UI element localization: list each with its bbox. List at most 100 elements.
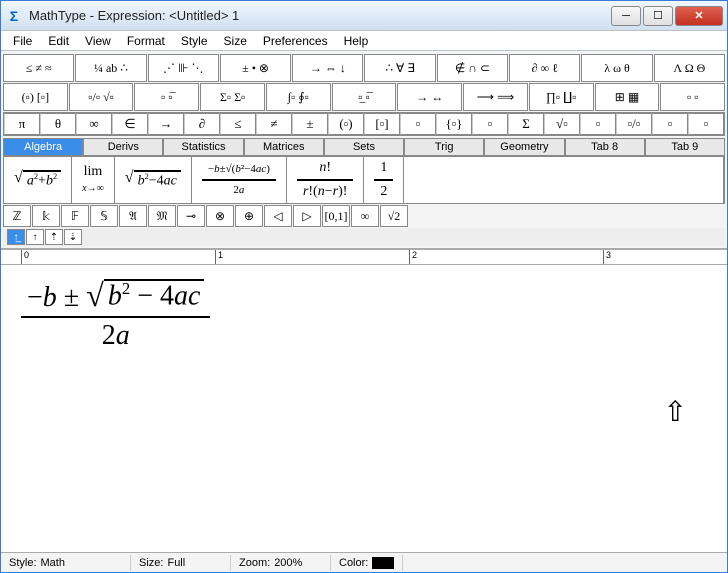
symbol-19[interactable]: ▫ [688, 113, 724, 135]
status-size: Size: Full [131, 555, 231, 571]
symbol-7[interactable]: ≠ [256, 113, 292, 135]
tab-geometry[interactable]: Geometry [484, 138, 564, 156]
palette-products[interactable]: ∏▫ ∐▫ [529, 83, 594, 111]
symbol-6[interactable]: ≤ [220, 113, 256, 135]
small-tpl-12[interactable]: ∞ [351, 205, 379, 227]
menu-format[interactable]: Format [119, 32, 173, 50]
palette-arrows[interactable]: → ⇔ ↓ [292, 54, 363, 82]
expression-fraction: −b ± √b2 − 4ac 2a [21, 279, 210, 350]
template-palette-row: (▫) [▫] ▫/▫ √▫ ▫ ▫̅ Σ▫ Σ▫ ∫▫ ∮▫ ▫̲ ▫̅ → … [3, 83, 725, 111]
symbol-13[interactable]: ▫ [472, 113, 508, 135]
symbol-3[interactable]: ∈ [112, 113, 148, 135]
symbol-18[interactable]: ▫ [652, 113, 688, 135]
tpl-limit[interactable]: limx→∞ [72, 157, 115, 203]
symbol-1[interactable]: θ [40, 113, 76, 135]
small-tpl-9[interactable]: ◁ [264, 205, 292, 227]
tab-algebra[interactable]: Algebra [3, 138, 83, 156]
menu-help[interactable]: Help [336, 32, 377, 50]
menu-file[interactable]: File [5, 32, 40, 50]
symbol-15[interactable]: √▫ [544, 113, 580, 135]
tpl-half[interactable]: 12 [364, 157, 404, 203]
palette-operators[interactable]: ± • ⊗ [220, 54, 291, 82]
ruler-mark-2: 2 [409, 250, 417, 264]
minimize-button[interactable]: ─ [611, 6, 641, 26]
tab-sets[interactable]: Sets [324, 138, 404, 156]
tab-derivs[interactable]: Derivs [83, 138, 163, 156]
palette-embellish[interactable]: ⋰ ⊪ ⋱ [148, 54, 219, 82]
palette-logical[interactable]: ∴ ∀ ∃ [364, 54, 435, 82]
symbol-0[interactable]: π [4, 113, 40, 135]
tab-8[interactable]: Tab 8 [565, 138, 645, 156]
tpl-sqrt-a2b2[interactable]: √a2+b2 [4, 157, 72, 203]
palette-spaces[interactable]: ¼ ab ∴ [75, 54, 146, 82]
symbol-4[interactable]: → [148, 113, 184, 135]
palette-fences[interactable]: (▫) [▫] [3, 83, 68, 111]
palette-greek-upper[interactable]: Λ Ω Θ [654, 54, 725, 82]
nav-3[interactable]: ⇡ [45, 229, 63, 245]
palette-integrals[interactable]: ∫▫ ∮▫ [266, 83, 331, 111]
palette-overbar[interactable]: ▫ ▫̅ [134, 83, 199, 111]
status-color[interactable]: Color: [331, 555, 403, 571]
equation-editor[interactable]: −b ± √b2 − 4ac 2a ⇧ [1, 265, 727, 552]
nav-4[interactable]: ⇣ [64, 229, 82, 245]
color-swatch[interactable] [372, 557, 394, 569]
close-button[interactable]: ✕ [675, 6, 723, 26]
symbol-8[interactable]: ± [292, 113, 328, 135]
menu-preferences[interactable]: Preferences [255, 32, 336, 50]
ruler[interactable]: 0 1 2 3 [1, 249, 727, 265]
menubar: File Edit View Format Style Size Prefere… [1, 31, 727, 51]
tpl-sqrt-discriminant[interactable]: √b2−4ac [115, 157, 192, 203]
tpl-quadratic[interactable]: −b±√(b²−4ac)2a [192, 157, 287, 203]
palette-set[interactable]: ∉ ∩ ⊂ [437, 54, 508, 82]
status-zoom[interactable]: Zoom: 200% [231, 555, 331, 571]
window-title: MathType - Expression: <Untitled> 1 [29, 8, 611, 23]
status-style: Style: Math [1, 555, 131, 571]
tab-matrices[interactable]: Matrices [244, 138, 324, 156]
symbol-12[interactable]: {▫} [436, 113, 472, 135]
palette-labeled-arrows[interactable]: → ↔ [397, 83, 462, 111]
symbol-11[interactable]: ▫ [400, 113, 436, 135]
palette-boxes[interactable]: ▫ ▫ [660, 83, 725, 111]
tpl-combination[interactable]: n!r!(n−r)! [287, 157, 364, 203]
symbol-14[interactable]: Σ [508, 113, 544, 135]
small-tpl-1[interactable]: 𝕜 [32, 205, 60, 227]
symbol-9[interactable]: (▫) [328, 113, 364, 135]
menu-view[interactable]: View [77, 32, 119, 50]
small-tpl-0[interactable]: ℤ [3, 205, 31, 227]
palette-fractions[interactable]: ▫/▫ √▫ [69, 83, 134, 111]
menu-style[interactable]: Style [173, 32, 216, 50]
small-tpl-2[interactable]: 𝔽 [61, 205, 89, 227]
palette-relations[interactable]: ≤ ≠ ≈ [3, 54, 74, 82]
symbol-10[interactable]: [▫] [364, 113, 400, 135]
nav-2[interactable]: ↑ [26, 229, 44, 245]
palette-sums[interactable]: Σ▫ Σ▫ [200, 83, 265, 111]
symbol-17[interactable]: ▫/▫ [616, 113, 652, 135]
nav-1[interactable]: ↑̲ [7, 229, 25, 245]
ruler-mark-0: 0 [21, 250, 29, 264]
ruler-mark-1: 1 [215, 250, 223, 264]
small-tpl-11[interactable]: [0,1] [322, 205, 350, 227]
symbol-16[interactable]: ▫ [580, 113, 616, 135]
small-tpl-13[interactable]: √2 [380, 205, 408, 227]
menu-edit[interactable]: Edit [40, 32, 77, 50]
app-icon: Σ [5, 7, 23, 25]
tab-trig[interactable]: Trig [404, 138, 484, 156]
small-tpl-4[interactable]: 𝔄 [119, 205, 147, 227]
palette-misc[interactable]: ∂ ∞ ℓ [509, 54, 580, 82]
small-tpl-3[interactable]: 𝕊 [90, 205, 118, 227]
palette-underover[interactable]: ▫̲ ▫̅ [332, 83, 397, 111]
small-tpl-5[interactable]: 𝔐 [148, 205, 176, 227]
symbol-2[interactable]: ∞ [76, 113, 112, 135]
tab-9[interactable]: Tab 9 [645, 138, 725, 156]
palette-matrices[interactable]: ⊞ ▦ [595, 83, 660, 111]
menu-size[interactable]: Size [216, 32, 255, 50]
maximize-button[interactable]: ☐ [643, 6, 673, 26]
symbol-5[interactable]: ∂ [184, 113, 220, 135]
small-tpl-7[interactable]: ⊗ [206, 205, 234, 227]
palette-greek-lower[interactable]: λ ω θ [581, 54, 652, 82]
small-tpl-8[interactable]: ⊕ [235, 205, 263, 227]
tab-statistics[interactable]: Statistics [163, 138, 243, 156]
small-tpl-6[interactable]: ⊸ [177, 205, 205, 227]
palette-long-arrows[interactable]: ⟶ ⟹ [463, 83, 528, 111]
small-tpl-10[interactable]: ▷ [293, 205, 321, 227]
